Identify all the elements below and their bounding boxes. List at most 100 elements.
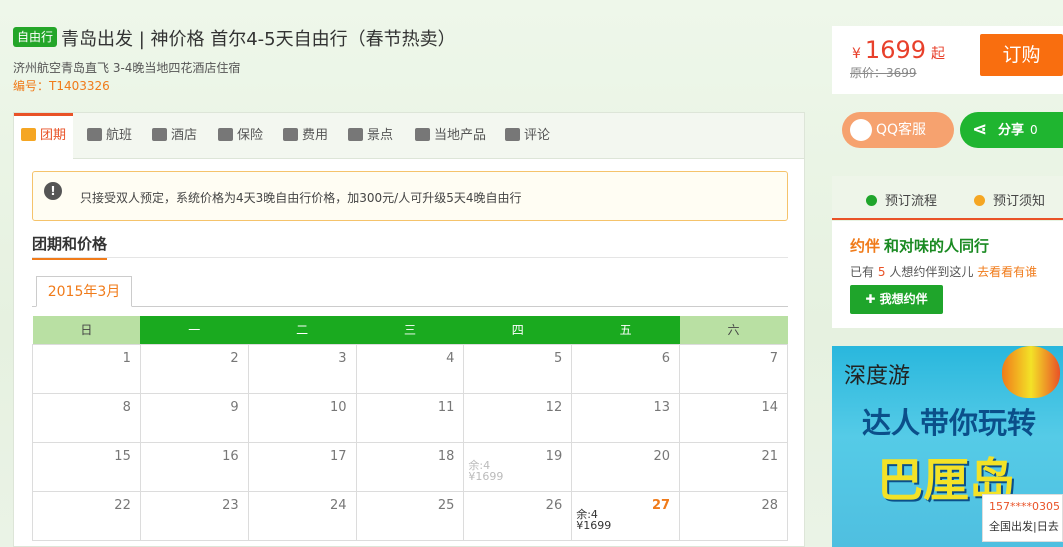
tab-flight[interactable]: 航班 bbox=[87, 113, 132, 159]
tab-schedule[interactable]: 团期 bbox=[14, 113, 74, 160]
day-availability: 余:4 ¥1699 bbox=[576, 509, 611, 531]
booking-flow-link[interactable]: 预订流程 bbox=[866, 190, 937, 209]
calendar-day-cell[interactable]: 27 余:4 ¥1699 bbox=[571, 490, 681, 541]
calendar-week-row: 22 23 24 25 26 27 余:4 ¥1699 28 bbox=[32, 490, 788, 541]
pin-icon bbox=[348, 128, 363, 141]
share-label: 分享 bbox=[998, 123, 1025, 138]
warning-icon bbox=[974, 195, 985, 206]
calendar-day-cell: 21 bbox=[679, 441, 788, 492]
product-subtitle: 济州航空青岛直飞 3-4晚当地四花酒店住宿 bbox=[13, 61, 241, 75]
tab-label: 景点 bbox=[367, 128, 394, 143]
calendar-table: 日一二三四五六 1 2 3 4 5 6 7 8 9 10 11 12 13 14 15 16 17 18 19 余:4… bbox=[32, 316, 788, 541]
tab-hotel[interactable]: 酒店 bbox=[152, 113, 197, 159]
product-code: 编号：T1403326 bbox=[13, 79, 110, 93]
calendar-day-cell[interactable]: 19 余:4 ¥1699 bbox=[463, 441, 573, 492]
day-number: 24 bbox=[329, 497, 347, 513]
day-number: 22 bbox=[114, 497, 131, 513]
alert-icon: ! bbox=[44, 182, 62, 200]
price-suffix: 起 bbox=[931, 46, 945, 62]
tab-insurance[interactable]: 保险 bbox=[218, 113, 263, 159]
calendar-day-cell: 10 bbox=[247, 392, 357, 443]
bed-icon bbox=[152, 128, 167, 141]
calendar-day-cell: 7 bbox=[679, 343, 788, 394]
companion-line: 已有 5 人想约伴到这儿 去看看有谁 bbox=[850, 263, 1037, 280]
day-number: 4 bbox=[446, 350, 455, 366]
weekday-header-row: 日一二三四五六 bbox=[32, 316, 788, 344]
calendar-day-cell: 14 bbox=[679, 392, 788, 443]
day-number: 5 bbox=[553, 350, 563, 366]
plane-icon bbox=[87, 128, 102, 141]
day-number: 7 bbox=[769, 350, 778, 366]
day-number: 11 bbox=[437, 399, 455, 415]
day-number: 20 bbox=[653, 448, 671, 464]
companion-count: 5 bbox=[877, 265, 886, 279]
calendar-day-cell: 17 bbox=[247, 441, 357, 492]
calendar-day-cell: 5 bbox=[463, 343, 573, 394]
tab-reviews[interactable]: 评论 bbox=[505, 113, 550, 159]
wallet-icon bbox=[283, 128, 298, 141]
promo-banner[interactable]: 深度游 达人带你玩转 巴厘岛 157****0305 全国出发|日去 bbox=[832, 346, 1063, 547]
main-panel: 团期 航班 酒店 保险 费用 景点 当地产品 评论 ! 只接受双人预定，系统价格… bbox=[13, 112, 805, 547]
yueban-logo: 约伴 bbox=[850, 237, 881, 255]
free-travel-tag: 自由行 bbox=[13, 27, 58, 47]
product-header: 自由行 青岛出发 | 神价格 首尔4-5天自由行（春节热卖） 济州航空青岛直飞 … bbox=[0, 0, 830, 110]
day-number: 27 bbox=[651, 497, 671, 513]
remaining-seats: 余:4 bbox=[576, 507, 598, 521]
qq-service-button[interactable]: QQ客服 bbox=[842, 112, 954, 148]
month-tab[interactable]: 2015年3月 bbox=[36, 276, 132, 307]
share-count: 0 bbox=[1030, 123, 1038, 137]
booking-notice-link[interactable]: 预订须知 bbox=[974, 190, 1045, 209]
side-actions: QQ客服 ⋖ 分享 0 bbox=[832, 112, 1063, 150]
tab-label: 评论 bbox=[524, 128, 551, 143]
price-value: 1699 bbox=[864, 36, 926, 64]
weekday-header: 六 bbox=[679, 316, 788, 344]
calendar-week-row: 15 16 17 18 19 余:4 ¥1699 20 21 bbox=[32, 441, 788, 492]
booking-info-bar: 预订流程 预订须知 bbox=[832, 176, 1063, 220]
notice-label: 预订须知 bbox=[993, 194, 1046, 209]
order-button[interactable]: 订购 bbox=[980, 34, 1063, 76]
day-number: 25 bbox=[437, 497, 455, 513]
calendar-day-cell: 4 bbox=[355, 343, 465, 394]
calendar-week-row: 8 9 10 11 12 13 14 bbox=[32, 392, 788, 443]
day-number: 6 bbox=[661, 350, 671, 366]
calendar-day-cell: 18 bbox=[355, 441, 465, 492]
weekday-header: 三 bbox=[356, 316, 464, 344]
calendar-day-cell: 11 bbox=[355, 392, 465, 443]
day-price: ¥1699 bbox=[468, 469, 504, 483]
comment-icon bbox=[505, 128, 520, 141]
calendar-day-cell: 25 bbox=[355, 490, 465, 541]
companion-pre: 已有 bbox=[850, 265, 875, 279]
tab-label: 航班 bbox=[106, 128, 133, 143]
tab-local-products[interactable]: 当地产品 bbox=[415, 113, 486, 159]
original-price: 原价：3699 bbox=[850, 66, 917, 80]
ad-popup-phone: 157****0305 bbox=[989, 500, 1060, 513]
calendar-week-row: 1 2 3 4 5 6 7 bbox=[32, 343, 788, 394]
calendar-body: 1 2 3 4 5 6 7 8 9 10 11 12 13 14 15 16 17 18 19 余:4 ¥1699 20 2… bbox=[32, 343, 788, 541]
day-availability: 余:4 ¥1699 bbox=[468, 460, 503, 482]
day-number: 10 bbox=[329, 399, 347, 415]
day-number: 19 bbox=[545, 448, 563, 464]
weekday-header: 四 bbox=[463, 316, 572, 344]
divider bbox=[32, 257, 788, 258]
weekday-header: 日 bbox=[32, 316, 141, 344]
divider bbox=[32, 306, 788, 307]
ad-popup: 157****0305 全国出发|日去 bbox=[982, 494, 1063, 542]
plus-icon: ✚ bbox=[865, 292, 880, 306]
day-number: 23 bbox=[222, 497, 239, 513]
want-companion-button[interactable]: ✚ 我想约伴 bbox=[850, 285, 943, 314]
tab-fees[interactable]: 费用 bbox=[283, 113, 328, 159]
day-number: 18 bbox=[437, 448, 455, 464]
calendar-day-cell: 20 bbox=[571, 441, 681, 492]
calendar-day-cell: 13 bbox=[571, 392, 681, 443]
share-button[interactable]: ⋖ 分享 0 bbox=[960, 112, 1063, 148]
day-number: 17 bbox=[329, 448, 347, 464]
companion-panel: 约伴 和对味的人同行 已有 5 人想约伴到这儿 去看看有谁 ✚ 我想约伴 bbox=[832, 221, 1063, 328]
day-number: 21 bbox=[761, 448, 778, 464]
tab-attractions[interactable]: 景点 bbox=[348, 113, 393, 159]
calendar-day-cell: 3 bbox=[247, 343, 357, 394]
current-price: ¥1699 起 bbox=[852, 36, 945, 64]
companion-post: 人想约伴到这儿 bbox=[889, 265, 974, 279]
ad-slogan: 达人带你玩转 bbox=[862, 406, 1037, 440]
product-title: 青岛出发 | 神价格 首尔4-5天自由行（春节热卖） bbox=[61, 29, 456, 50]
companion-link[interactable]: 去看看有谁 bbox=[977, 265, 1037, 279]
